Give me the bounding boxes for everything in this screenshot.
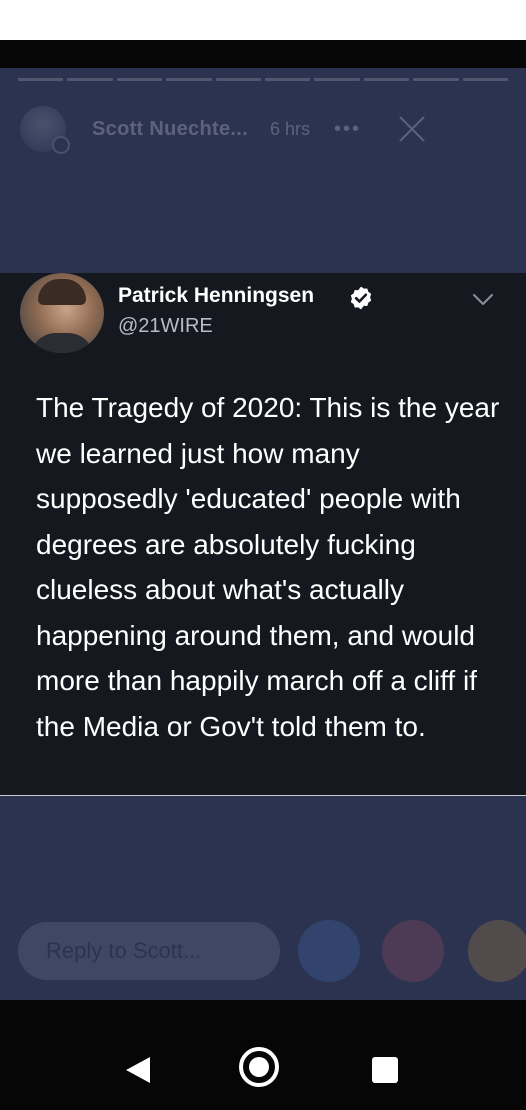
home-dot: [249, 1057, 269, 1077]
tweet-author-handle: @21WIRE: [118, 315, 213, 337]
haha-icon[interactable]: [468, 920, 526, 982]
back-triangle-icon[interactable]: [124, 1055, 152, 1085]
story-progress-bar: [18, 78, 509, 81]
story-poster-name[interactable]: Scott Nuechte...: [92, 118, 248, 141]
android-nav-bar: [0, 1000, 526, 1110]
progress-segment: [363, 78, 410, 81]
avatar-badge-icon: [52, 136, 70, 154]
like-icon[interactable]: [298, 920, 360, 982]
avatar-shirt: [30, 333, 94, 353]
story-time: 6 hrs: [269, 118, 310, 139]
reply-row: Reply to Scott...: [18, 920, 526, 984]
more-options-icon[interactable]: •••: [334, 118, 361, 141]
verified-badge-icon: [350, 286, 372, 310]
tweet-card: Patrick Henningsen @21WIRE The Tragedy o…: [0, 273, 526, 796]
progress-segment: [166, 78, 212, 81]
close-icon[interactable]: [397, 114, 427, 144]
status-bar: [0, 40, 526, 68]
reply-input[interactable]: Reply to Scott...: [18, 922, 280, 980]
progress-segment: [265, 78, 311, 81]
love-icon[interactable]: [382, 920, 444, 982]
progress-segment: [18, 78, 64, 81]
story-header: Scott Nuechte... 6 hrs •••: [20, 104, 506, 154]
tweet-text: The Tragedy of 2020: This is the year we…: [36, 392, 500, 742]
progress-segment: [314, 78, 360, 81]
recents-square-icon[interactable]: [372, 1057, 398, 1083]
story-poster-avatar[interactable]: [20, 106, 70, 154]
progress-segment: [462, 78, 509, 81]
progress-segment: [67, 78, 113, 81]
top-white-margin: [0, 0, 526, 40]
progress-segment: [215, 78, 262, 81]
progress-segment: [116, 78, 163, 81]
tweet-author-name: Patrick Henningsen: [118, 284, 315, 307]
tweet-author-avatar: [20, 273, 104, 353]
home-circle-icon[interactable]: [239, 1047, 279, 1087]
avatar-hair: [38, 279, 86, 305]
reply-placeholder: Reply to Scott...: [46, 938, 202, 963]
chevron-down-icon[interactable]: [472, 293, 494, 307]
progress-segment: [413, 78, 459, 81]
